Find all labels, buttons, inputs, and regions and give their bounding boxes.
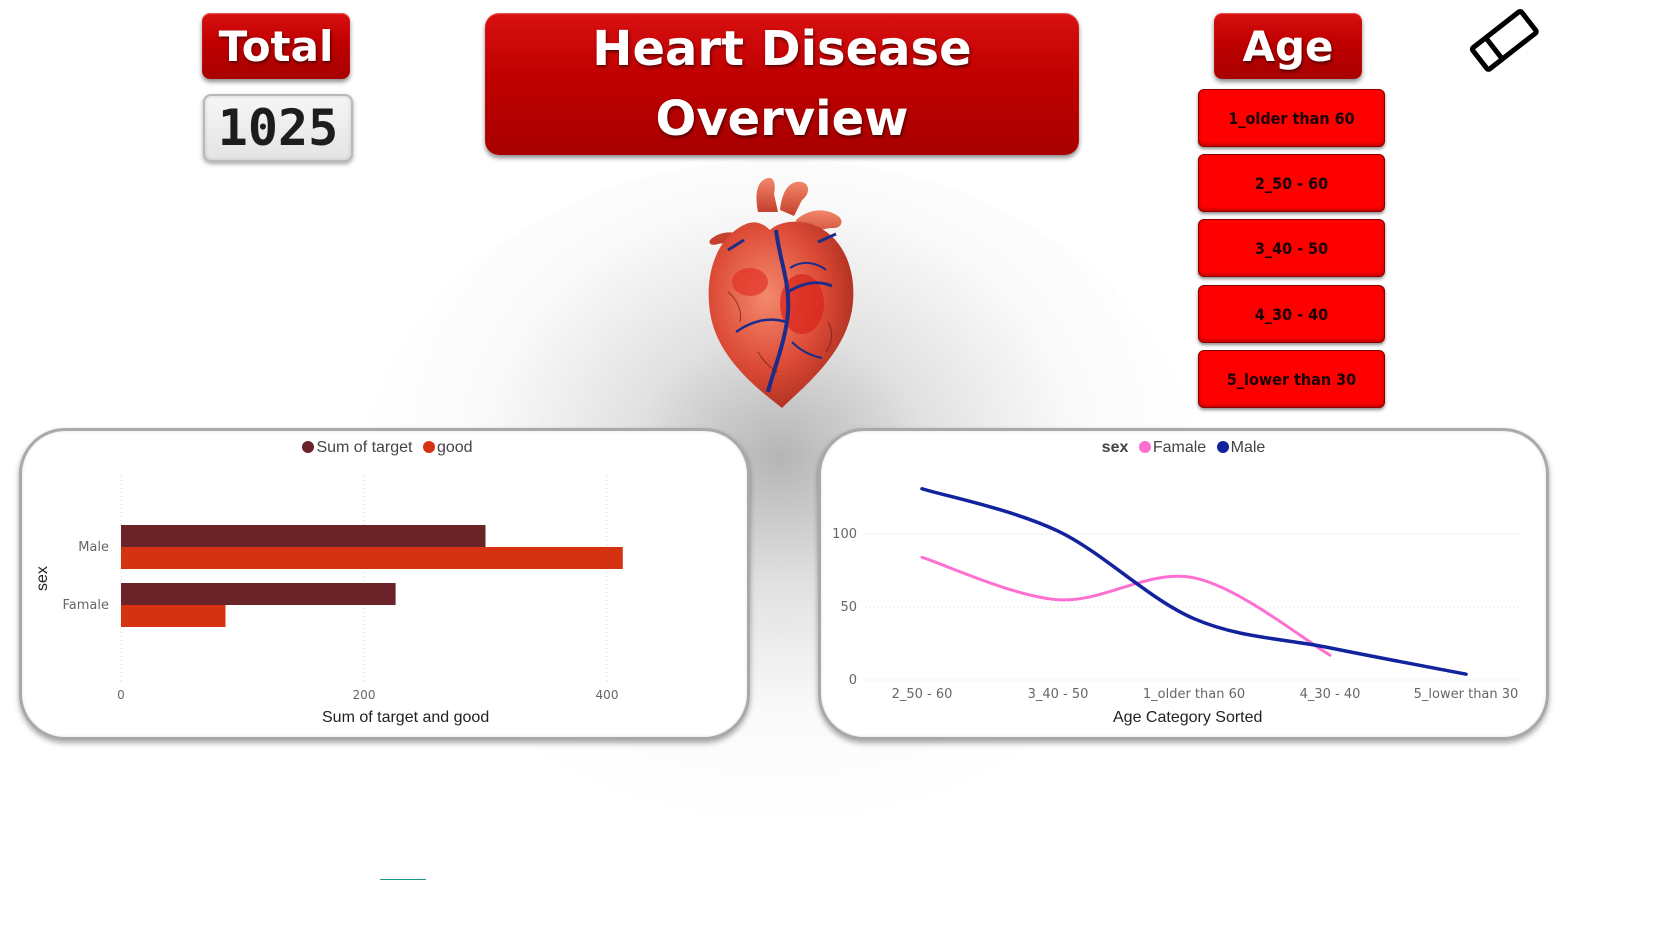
age-slicer-header: Age	[1214, 13, 1362, 79]
age-option-30-40[interactable]: 4_30 - 40	[1198, 285, 1385, 343]
age-option-40-50[interactable]: 3_40 - 50	[1198, 219, 1385, 277]
bar-y-axis-title: sex	[34, 566, 51, 591]
bar-chart-card[interactable]: Sum of target good 0 200 400 Male Famale Sum…	[19, 428, 750, 740]
line-y-tick-label: 50	[840, 600, 857, 615]
eraser-icon[interactable]	[1464, 3, 1544, 77]
line-x-axis-title: Age Category Sorted	[1113, 709, 1263, 726]
line-y-tick-label: 100	[832, 527, 857, 542]
line-x-tick-label: 3_40 - 50	[1028, 687, 1089, 702]
age-option-older-than-60[interactable]: 1_older than 60	[1198, 89, 1385, 147]
bar-x-axis-title: Sum of target and good	[322, 709, 490, 726]
page-title: Heart Disease Overview	[485, 13, 1079, 155]
series-line-male	[920, 486, 1468, 676]
line-chart-card[interactable]: sex Famale Male 0 50 100 2_50 - 60 3_40 - 50…	[818, 428, 1549, 740]
bar-x-tick-label: 0	[117, 688, 125, 702]
report-canvas: Total 1025 Heart Disease Overview Age 1_…	[0, 0, 1568, 880]
total-card-value: 1025	[203, 94, 353, 162]
bar-famale-sum-of-target	[121, 583, 396, 605]
age-option-lower-than-30[interactable]: 5_lower than 30	[1198, 350, 1385, 408]
page-title-line1: Heart Disease	[592, 21, 972, 77]
bar-x-tick-label: 200	[353, 688, 376, 702]
total-header: Total	[202, 13, 350, 79]
line-y-tick-label: 0	[849, 673, 857, 688]
bar-male-good	[121, 547, 623, 569]
bar-y-tick-label: Famale	[63, 598, 110, 613]
line-x-tick-label: 2_50 - 60	[892, 687, 953, 702]
line-chart-plot: 0 50 100 2_50 - 60 3_40 - 50 1_older than 60 4…	[832, 486, 1519, 702]
bar-y-tick-label: Male	[78, 540, 109, 555]
bar-chart-plot: 0 200 400 Male Famale	[63, 476, 623, 702]
active-page-tab[interactable]	[380, 879, 426, 880]
line-x-tick-label: 4_30 - 40	[1300, 687, 1361, 702]
bar-x-tick-label: 400	[596, 688, 619, 702]
bar-famale-good	[121, 605, 226, 627]
line-x-tick-label: 5_lower than 30	[1414, 687, 1519, 702]
series-line-famale	[920, 555, 1332, 657]
heart-image	[708, 177, 854, 408]
age-option-50-60[interactable]: 2_50 - 60	[1198, 154, 1385, 212]
bar-male-sum-of-target	[121, 525, 486, 547]
line-x-tick-label: 1_older than 60	[1143, 687, 1245, 702]
page-title-line2: Overview	[655, 91, 909, 147]
